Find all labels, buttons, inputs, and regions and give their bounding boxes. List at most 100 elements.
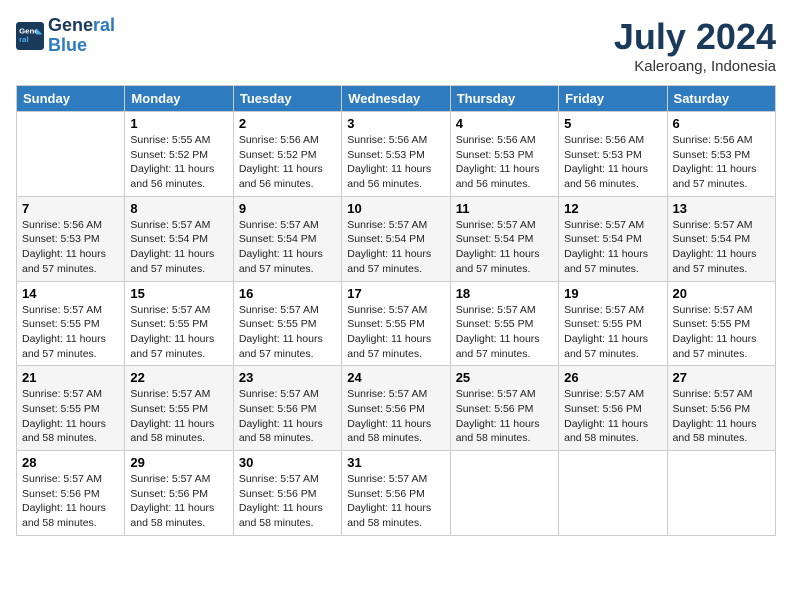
- day-info: Sunrise: 5:57 AM Sunset: 5:56 PM Dayligh…: [673, 387, 770, 446]
- day-number: 4: [456, 116, 553, 131]
- calendar-cell: 3 Sunrise: 5:56 AM Sunset: 5:53 PM Daylig…: [342, 112, 450, 197]
- day-info: Sunrise: 5:57 AM Sunset: 5:54 PM Dayligh…: [347, 218, 444, 277]
- day-info: Sunrise: 5:57 AM Sunset: 5:54 PM Dayligh…: [564, 218, 661, 277]
- day-number: 22: [130, 370, 227, 385]
- weekday-header: Thursday: [450, 86, 558, 112]
- calendar-cell: 7 Sunrise: 5:56 AM Sunset: 5:53 PM Daylig…: [17, 196, 125, 281]
- day-number: 20: [673, 286, 770, 301]
- calendar-cell: 21 Sunrise: 5:57 AM Sunset: 5:55 PM Dayli…: [17, 366, 125, 451]
- calendar-cell: 15 Sunrise: 5:57 AM Sunset: 5:55 PM Dayli…: [125, 281, 233, 366]
- day-number: 8: [130, 201, 227, 216]
- calendar-cell: [667, 451, 775, 536]
- day-number: 19: [564, 286, 661, 301]
- day-number: 14: [22, 286, 119, 301]
- day-info: Sunrise: 5:57 AM Sunset: 5:55 PM Dayligh…: [22, 303, 119, 362]
- day-number: 25: [456, 370, 553, 385]
- day-number: 7: [22, 201, 119, 216]
- calendar-cell: 29Sunrise: 5:57 AM Sunset: 5:56 PM Dayli…: [125, 451, 233, 536]
- day-number: 24: [347, 370, 444, 385]
- svg-text:Gene: Gene: [19, 26, 39, 35]
- calendar-cell: 27Sunrise: 5:57 AM Sunset: 5:56 PM Dayli…: [667, 366, 775, 451]
- day-info: Sunrise: 5:57 AM Sunset: 5:55 PM Dayligh…: [456, 303, 553, 362]
- day-info: Sunrise: 5:56 AM Sunset: 5:52 PM Dayligh…: [239, 133, 336, 192]
- day-info: Sunrise: 5:57 AM Sunset: 5:54 PM Dayligh…: [239, 218, 336, 277]
- day-number: 12: [564, 201, 661, 216]
- day-number: 16: [239, 286, 336, 301]
- day-number: 17: [347, 286, 444, 301]
- calendar-cell: 30Sunrise: 5:57 AM Sunset: 5:56 PM Dayli…: [233, 451, 341, 536]
- day-info: Sunrise: 5:57 AM Sunset: 5:56 PM Dayligh…: [347, 472, 444, 531]
- day-number: 28: [22, 455, 119, 470]
- calendar-cell: [559, 451, 667, 536]
- day-number: 13: [673, 201, 770, 216]
- calendar-cell: 24 Sunrise: 5:57 AM Sunset: 5:56 PM Dayli…: [342, 366, 450, 451]
- day-info: Sunrise: 5:56 AM Sunset: 5:53 PM Dayligh…: [564, 133, 661, 192]
- day-info: Sunrise: 5:56 AM Sunset: 5:53 PM Dayligh…: [456, 133, 553, 192]
- calendar-cell: 13Sunrise: 5:57 AM Sunset: 5:54 PM Dayli…: [667, 196, 775, 281]
- svg-text:ral: ral: [19, 35, 29, 44]
- calendar-week-row: 7 Sunrise: 5:56 AM Sunset: 5:53 PM Daylig…: [17, 196, 776, 281]
- day-info: Sunrise: 5:57 AM Sunset: 5:55 PM Dayligh…: [564, 303, 661, 362]
- weekday-header-row: SundayMondayTuesdayWednesdayThursdayFrid…: [17, 86, 776, 112]
- day-number: 23: [239, 370, 336, 385]
- logo-icon: Gene ral: [16, 22, 44, 50]
- title-block: July 2024 Kaleroang, Indonesia: [614, 16, 776, 75]
- calendar-week-row: 1 Sunrise: 5:55 AM Sunset: 5:52 PM Daylig…: [17, 112, 776, 197]
- day-number: 15: [130, 286, 227, 301]
- calendar-cell: 22 Sunrise: 5:57 AM Sunset: 5:55 PM Dayli…: [125, 366, 233, 451]
- day-info: Sunrise: 5:57 AM Sunset: 5:55 PM Dayligh…: [130, 303, 227, 362]
- day-info: Sunrise: 5:55 AM Sunset: 5:52 PM Dayligh…: [130, 133, 227, 192]
- calendar-cell: [17, 112, 125, 197]
- day-info: Sunrise: 5:57 AM Sunset: 5:55 PM Dayligh…: [130, 387, 227, 446]
- calendar-cell: 17 Sunrise: 5:57 AM Sunset: 5:55 PM Dayli…: [342, 281, 450, 366]
- day-number: 31: [347, 455, 444, 470]
- weekday-header: Monday: [125, 86, 233, 112]
- weekday-header: Wednesday: [342, 86, 450, 112]
- day-number: 18: [456, 286, 553, 301]
- location-subtitle: Kaleroang, Indonesia: [614, 58, 776, 75]
- day-number: 29: [130, 455, 227, 470]
- calendar-cell: 18 Sunrise: 5:57 AM Sunset: 5:55 PM Dayli…: [450, 281, 558, 366]
- weekday-header: Saturday: [667, 86, 775, 112]
- calendar-cell: 4 Sunrise: 5:56 AM Sunset: 5:53 PM Daylig…: [450, 112, 558, 197]
- day-number: 2: [239, 116, 336, 131]
- day-number: 21: [22, 370, 119, 385]
- day-number: 11: [456, 201, 553, 216]
- day-info: Sunrise: 5:57 AM Sunset: 5:55 PM Dayligh…: [22, 387, 119, 446]
- month-year-title: July 2024: [614, 16, 776, 58]
- day-info: Sunrise: 5:56 AM Sunset: 5:53 PM Dayligh…: [347, 133, 444, 192]
- weekday-header: Tuesday: [233, 86, 341, 112]
- day-info: Sunrise: 5:56 AM Sunset: 5:53 PM Dayligh…: [673, 133, 770, 192]
- calendar-cell: 12 Sunrise: 5:57 AM Sunset: 5:54 PM Dayli…: [559, 196, 667, 281]
- weekday-header: Friday: [559, 86, 667, 112]
- calendar-cell: 11 Sunrise: 5:57 AM Sunset: 5:54 PM Dayli…: [450, 196, 558, 281]
- calendar-cell: 6 Sunrise: 5:56 AM Sunset: 5:53 PM Daylig…: [667, 112, 775, 197]
- calendar-cell: 14 Sunrise: 5:57 AM Sunset: 5:55 PM Dayli…: [17, 281, 125, 366]
- day-info: Sunrise: 5:57 AM Sunset: 5:54 PM Dayligh…: [456, 218, 553, 277]
- calendar-cell: 31 Sunrise: 5:57 AM Sunset: 5:56 PM Dayli…: [342, 451, 450, 536]
- day-number: 1: [130, 116, 227, 131]
- day-info: Sunrise: 5:57 AM Sunset: 5:56 PM Dayligh…: [22, 472, 119, 531]
- day-info: Sunrise: 5:57 AM Sunset: 5:55 PM Dayligh…: [673, 303, 770, 362]
- calendar-week-row: 28 Sunrise: 5:57 AM Sunset: 5:56 PM Dayli…: [17, 451, 776, 536]
- calendar-cell: 26Sunrise: 5:57 AM Sunset: 5:56 PM Dayli…: [559, 366, 667, 451]
- calendar-cell: 19 Sunrise: 5:57 AM Sunset: 5:55 PM Dayli…: [559, 281, 667, 366]
- logo: Gene ral GeneralBlue: [16, 16, 115, 56]
- calendar-cell: 5 Sunrise: 5:56 AM Sunset: 5:53 PM Daylig…: [559, 112, 667, 197]
- day-number: 6: [673, 116, 770, 131]
- calendar-cell: 25Sunrise: 5:57 AM Sunset: 5:56 PM Dayli…: [450, 366, 558, 451]
- page-header: Gene ral GeneralBlue July 2024 Kaleroang…: [16, 16, 776, 75]
- day-number: 3: [347, 116, 444, 131]
- day-info: Sunrise: 5:57 AM Sunset: 5:56 PM Dayligh…: [564, 387, 661, 446]
- day-number: 5: [564, 116, 661, 131]
- day-info: Sunrise: 5:57 AM Sunset: 5:55 PM Dayligh…: [347, 303, 444, 362]
- day-info: Sunrise: 5:56 AM Sunset: 5:53 PM Dayligh…: [22, 218, 119, 277]
- calendar-week-row: 14 Sunrise: 5:57 AM Sunset: 5:55 PM Dayli…: [17, 281, 776, 366]
- calendar-cell: 10Sunrise: 5:57 AM Sunset: 5:54 PM Dayli…: [342, 196, 450, 281]
- weekday-header: Sunday: [17, 86, 125, 112]
- calendar-cell: 16Sunrise: 5:57 AM Sunset: 5:55 PM Dayli…: [233, 281, 341, 366]
- calendar-cell: 23Sunrise: 5:57 AM Sunset: 5:56 PM Dayli…: [233, 366, 341, 451]
- calendar-cell: [450, 451, 558, 536]
- calendar-cell: 2 Sunrise: 5:56 AM Sunset: 5:52 PM Daylig…: [233, 112, 341, 197]
- day-info: Sunrise: 5:57 AM Sunset: 5:56 PM Dayligh…: [347, 387, 444, 446]
